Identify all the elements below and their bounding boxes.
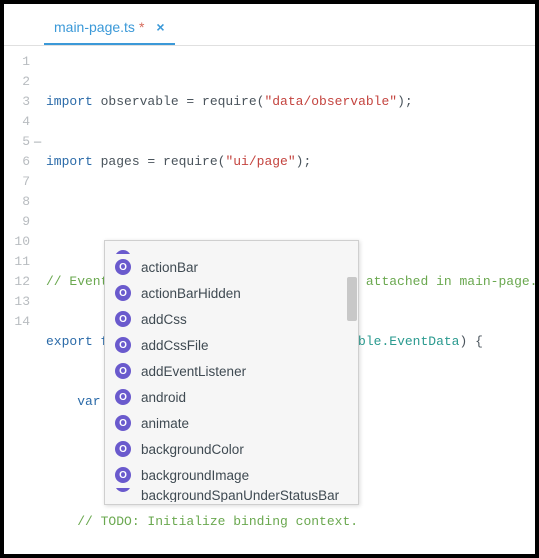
dirty-indicator: * — [139, 19, 144, 35]
autocomplete-label: backgroundSpanUnderStatusBar — [141, 488, 339, 502]
line-number: 7 — [4, 172, 30, 192]
property-icon: O — [115, 259, 131, 275]
property-icon: O — [115, 488, 131, 492]
autocomplete-label: actionBar — [141, 260, 198, 275]
property-icon: O — [115, 415, 131, 431]
autocomplete-scrollbar[interactable] — [346, 241, 358, 504]
line-number: 5 — [4, 132, 30, 152]
line-number: 11 — [4, 252, 30, 272]
scrollbar-thumb[interactable] — [347, 277, 357, 321]
code-text: require — [163, 154, 218, 169]
close-icon[interactable]: × — [156, 19, 164, 35]
string-literal: "ui/page" — [225, 154, 295, 169]
tab-filename: main-page.ts — [54, 19, 135, 35]
line-number: 8 — [4, 192, 30, 212]
keyword: export — [46, 334, 93, 349]
autocomplete-label: addCss — [141, 312, 187, 327]
file-tab[interactable]: main-page.ts* × — [44, 11, 175, 45]
autocomplete-item[interactable]: O backgroundSpanUnderStatusBar — [105, 488, 358, 502]
autocomplete-label: animate — [141, 416, 189, 431]
autocomplete-item[interactable]: O android — [105, 384, 358, 410]
code-text: ); — [296, 154, 312, 169]
code-text: pages = — [93, 154, 163, 169]
code-text: ) { — [459, 334, 482, 349]
line-gutter: 1 2 3 4 5 6 7 8 9 10 11 12 13 14 — — [4, 46, 38, 554]
autocomplete-label: addCssFile — [141, 338, 209, 353]
property-icon: O — [115, 311, 131, 327]
line-number: 4 — [4, 112, 30, 132]
keyword: var — [46, 394, 101, 409]
property-icon: O — [115, 389, 131, 405]
property-icon: O — [115, 441, 131, 457]
line-number: 2 — [4, 72, 30, 92]
autocomplete-item[interactable]: O addCss — [105, 306, 358, 332]
autocomplete-list: O O actionBar O actionBarHidden O addCss… — [105, 241, 358, 504]
autocomplete-item[interactable]: O animate — [105, 410, 358, 436]
line-number: 1 — [4, 52, 30, 72]
autocomplete-item[interactable]: O addEventListener — [105, 358, 358, 384]
autocomplete-item[interactable]: O backgroundColor — [105, 436, 358, 462]
line-number: 9 — [4, 212, 30, 232]
autocomplete-item[interactable]: O addCssFile — [105, 332, 358, 358]
keyword: import — [46, 154, 93, 169]
line-number: 13 — [4, 292, 30, 312]
tab-bar: main-page.ts* × — [4, 4, 535, 46]
autocomplete-label: addEventListener — [141, 364, 246, 379]
property-icon: O — [115, 363, 131, 379]
string-literal: "data/observable" — [264, 94, 397, 109]
autocomplete-item[interactable]: O — [105, 241, 358, 254]
line-number: 12 — [4, 272, 30, 292]
property-icon: O — [115, 250, 131, 254]
autocomplete-item[interactable]: O actionBar — [105, 254, 358, 280]
autocomplete-label: actionBarHidden — [141, 286, 241, 301]
property-icon: O — [115, 285, 131, 301]
code-text: observable = — [93, 94, 202, 109]
keyword: import — [46, 94, 93, 109]
line-number: 10 — [4, 232, 30, 252]
property-icon: O — [115, 467, 131, 483]
line-number: 6 — [4, 152, 30, 172]
property-icon: O — [115, 337, 131, 353]
line-number: 14 — [4, 312, 30, 332]
code-text: require — [202, 94, 257, 109]
autocomplete-label: backgroundColor — [141, 442, 244, 457]
comment: // TODO: Initialize binding context. — [46, 514, 358, 529]
autocomplete-label: backgroundImage — [141, 468, 249, 483]
line-number: 3 — [4, 92, 30, 112]
autocomplete-item[interactable]: O backgroundImage — [105, 462, 358, 488]
autocomplete-label: android — [141, 390, 186, 405]
autocomplete-item[interactable]: O actionBarHidden — [105, 280, 358, 306]
code-text: ); — [397, 94, 413, 109]
autocomplete-popup[interactable]: O O actionBar O actionBarHidden O addCss… — [104, 240, 359, 505]
